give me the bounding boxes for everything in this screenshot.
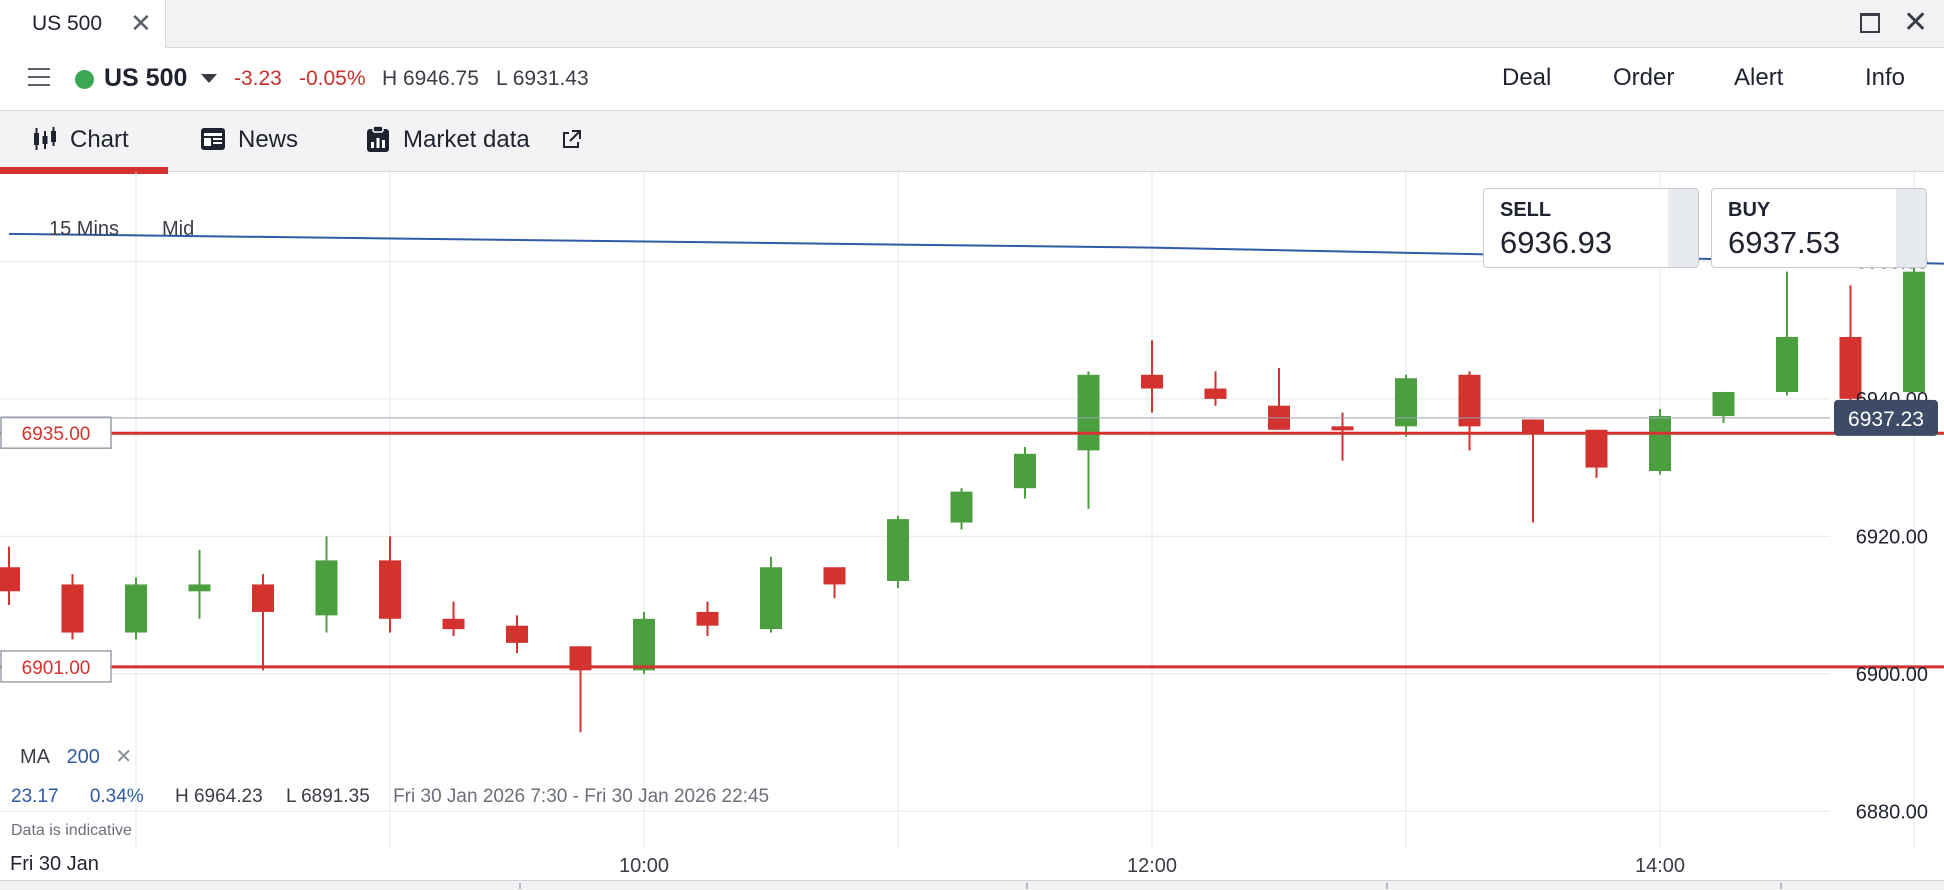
maximize-icon[interactable] (1860, 13, 1880, 33)
buy-button[interactable]: BUY 6937.53 (1711, 188, 1927, 268)
candle-up[interactable] (1903, 271, 1925, 392)
candle-down[interactable] (1458, 374, 1481, 427)
instrument-name[interactable]: US 500 (104, 64, 187, 93)
instrument-header: US 500 -3.23 -0.05% H 6946.75 L 6931.43 … (0, 48, 1944, 110)
price-level-label: 6935.00 (22, 424, 91, 445)
candle-down[interactable] (1331, 426, 1354, 431)
tab-market-data-label: Market data (403, 126, 530, 153)
candle-up[interactable] (887, 519, 909, 581)
candle-up[interactable] (1712, 391, 1735, 417)
tab-chart[interactable]: Chart (0, 111, 168, 174)
price-type-selector[interactable]: Mid (162, 218, 194, 241)
data-indicative-note: Data is indicative (11, 822, 132, 839)
clipboard-icon (367, 125, 389, 152)
chevron-down-icon[interactable] (201, 74, 217, 83)
candle-down[interactable] (61, 584, 84, 633)
candle-down[interactable] (696, 611, 719, 626)
header-change-pct: -0.05% (299, 67, 366, 90)
range-high: H 6964.23 (174, 786, 263, 807)
scrollbar-tick (1386, 883, 1388, 889)
candle-down[interactable] (1522, 419, 1544, 434)
x-axis-tick-label: 14:00 (1635, 855, 1685, 877)
candle-down[interactable] (506, 625, 528, 643)
remove-indicator-icon[interactable]: ✕ (115, 746, 132, 768)
range-stats: 23.17 0.34% H 6964.23 L 6891.35 Fri 30 J… (11, 786, 769, 808)
buy-price: 6937.53 (1728, 225, 1841, 260)
candle-up[interactable] (188, 584, 211, 592)
candle-up[interactable] (950, 491, 973, 523)
order-button[interactable]: Order (1613, 64, 1674, 92)
tab-market-data[interactable]: Market data (364, 111, 584, 173)
candle-down[interactable] (1585, 429, 1608, 468)
candlestick-icon (34, 127, 56, 150)
x-axis-tick-label: 12:00 (1127, 855, 1177, 877)
range-period: Fri 30 Jan 2026 7:30 - Fri 30 Jan 2026 2… (393, 786, 770, 807)
chart-area[interactable]: 6935.006901.006960.006940.006920.006900.… (0, 172, 1944, 890)
scrollbar-tick (1780, 883, 1782, 889)
candle-up[interactable] (760, 567, 782, 630)
ma-indicator-name: MA (20, 746, 49, 768)
price-level-label: 6901.00 (22, 658, 91, 679)
range-change-pct: 0.34% (89, 786, 144, 807)
candle-up[interactable] (1395, 378, 1417, 427)
current-date-label: Fri 30 Jan (10, 853, 99, 875)
close-tab-icon[interactable]: ✕ (130, 9, 152, 37)
candle-up[interactable] (315, 560, 338, 616)
sell-price: 6936.93 (1500, 225, 1613, 260)
y-axis-tick-label: 6920.00 (1856, 526, 1928, 548)
buy-label: BUY (1728, 199, 1771, 221)
candle-down[interactable] (1141, 374, 1163, 389)
tab-news-label: News (238, 126, 299, 153)
candle-down[interactable] (379, 560, 401, 619)
scrollbar-tick (1026, 883, 1028, 889)
x-axis-tick-label: 10:00 (619, 855, 669, 877)
candle-down[interactable] (0, 567, 20, 592)
header-high: H 6946.75 (382, 67, 479, 90)
content-tabs: Chart News Market data (0, 110, 1944, 174)
timeframe-selector[interactable]: 15 Mins (49, 218, 119, 241)
external-link-icon (563, 130, 581, 148)
candle-up[interactable] (633, 618, 655, 671)
scrollbar-tick (519, 883, 521, 889)
window-tab-title: US 500 (32, 12, 103, 35)
header-change: -3.23 (234, 67, 282, 90)
window-tab-strip: US 500 ✕ ✕ (0, 0, 1944, 48)
ma-indicator-legend: MA 200 ✕ (20, 744, 132, 769)
chart-scrollbar[interactable] (0, 880, 1944, 890)
close-window-icon[interactable]: ✕ (1903, 6, 1928, 40)
sell-label: SELL (1500, 199, 1552, 221)
window-tab[interactable]: US 500 ✕ (0, 0, 166, 48)
range-change: 23.17 (11, 786, 59, 807)
buy-button-edge (1896, 189, 1926, 267)
candle-down[interactable] (1204, 388, 1227, 399)
tab-chart-label: Chart (70, 126, 129, 153)
info-button[interactable]: Info (1865, 64, 1905, 92)
range-low: L 6891.35 (285, 786, 370, 807)
newspaper-icon (201, 128, 225, 150)
candle-up[interactable] (1776, 336, 1798, 392)
candle-down[interactable] (252, 584, 274, 612)
candle-up[interactable] (1649, 416, 1671, 472)
candle-up[interactable] (125, 584, 147, 633)
candle-down[interactable] (823, 567, 846, 585)
candle-up[interactable] (1077, 374, 1100, 451)
price-chart[interactable]: 6935.006901.006960.006940.006920.006900.… (0, 172, 1944, 880)
deal-button[interactable]: Deal (1502, 64, 1551, 92)
y-axis-tick-label: 6880.00 (1856, 801, 1928, 823)
y-axis-tick-label: 6900.00 (1856, 664, 1928, 686)
alert-button[interactable]: Alert (1734, 64, 1783, 92)
ma-indicator-period[interactable]: 200 (66, 746, 99, 768)
tab-news[interactable]: News (198, 111, 318, 173)
current-price-label: 6937.23 (1848, 408, 1924, 431)
candle-up[interactable] (1014, 453, 1036, 489)
candle-down[interactable] (442, 618, 465, 630)
sell-button[interactable]: SELL 6936.93 (1483, 188, 1699, 268)
header-low: L 6931.43 (496, 67, 589, 90)
sell-button-edge (1668, 189, 1698, 267)
market-open-status-icon (75, 70, 94, 89)
menu-icon[interactable] (28, 68, 50, 88)
